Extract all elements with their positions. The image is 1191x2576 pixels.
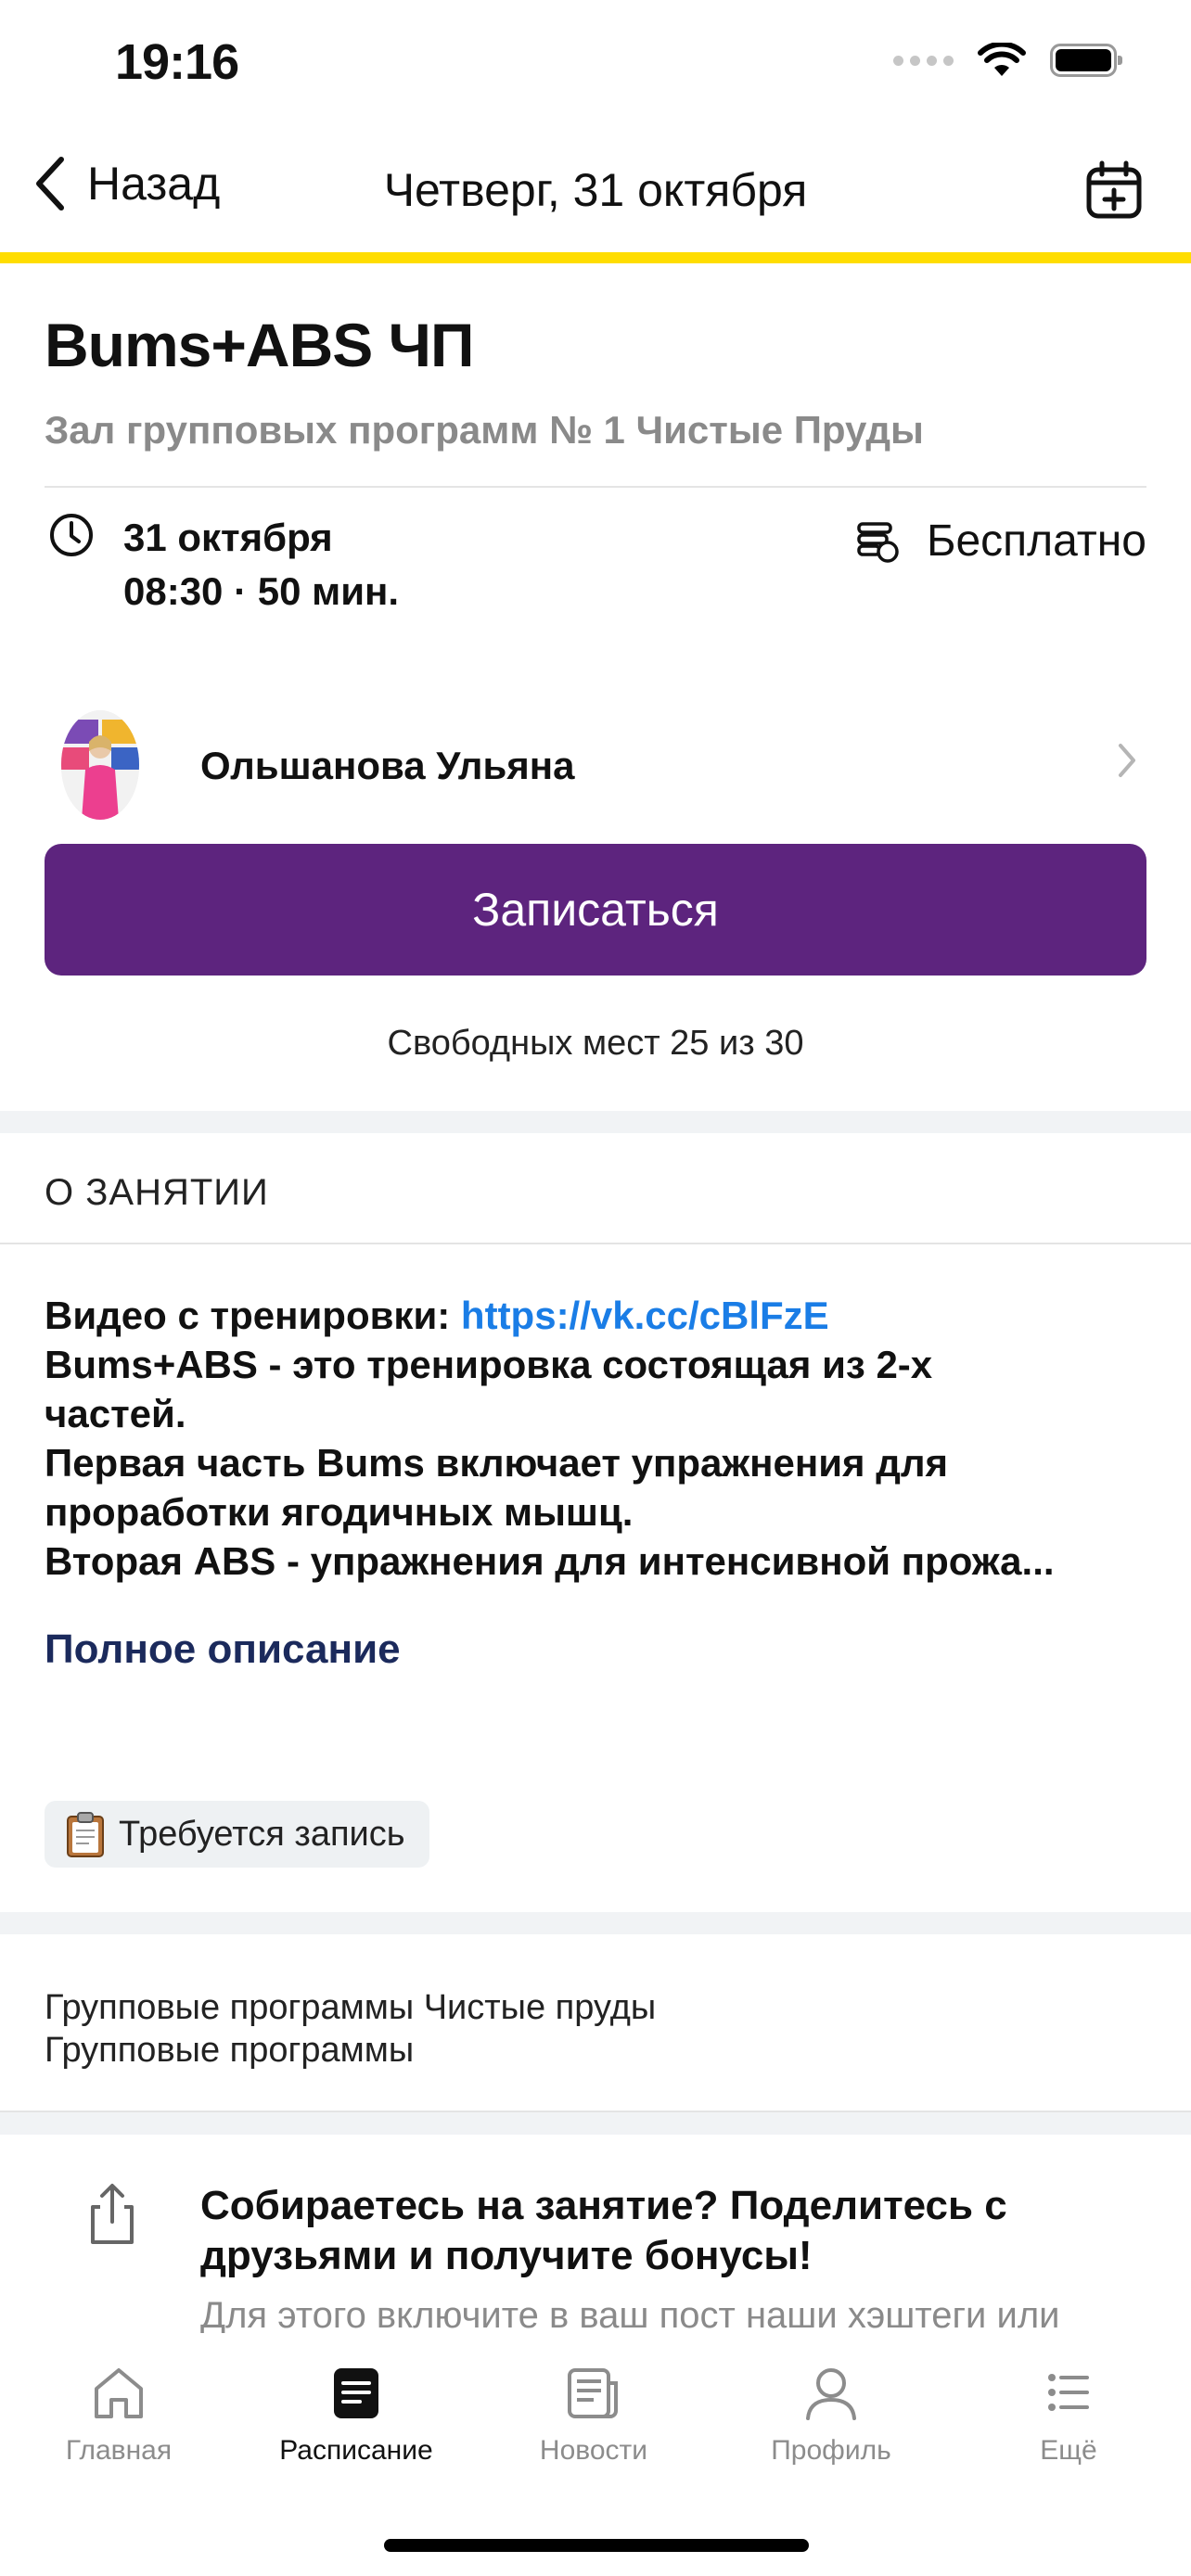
group-tags: Групповые программы Чистые пруды Группов…: [45, 1986, 656, 2072]
schedule-icon: [334, 2368, 378, 2418]
page-title: Четверг, 31 октября: [383, 164, 808, 216]
divider: [45, 486, 1146, 488]
tab-label: Новости: [539, 2435, 648, 2466]
section-separator: [0, 1912, 1191, 1934]
status-icons: [893, 43, 1122, 78]
accent-line: [0, 252, 1191, 263]
description-line: Первая часть Bums включает упражнения дл…: [45, 1441, 949, 1485]
tab-label: Ещё: [1040, 2435, 1097, 2466]
video-link[interactable]: https://vk.cc/cBlFzE: [461, 1294, 829, 1337]
class-hall: Зал групповых программ № 1 Чистые Пруды: [45, 408, 924, 452]
share-title: Собираетесь на занятие? Поделитесь с дру…: [200, 2183, 1007, 2278]
full-description-link[interactable]: Полное описание: [45, 1626, 401, 1673]
section-separator: [0, 1111, 1191, 1133]
news-icon: [568, 2368, 618, 2418]
chevron-right-icon: [1119, 744, 1135, 777]
class-date: 31 октября: [123, 516, 333, 559]
description-line: частей.: [45, 1392, 186, 1435]
free-places: Свободных мест 25 из 30: [387, 1024, 804, 1063]
group-tag: Групповые программы: [45, 2031, 415, 2070]
description-line: Вторая ABS - упражнения для интенсивной …: [45, 1539, 1055, 1583]
more-icon: [1048, 2374, 1089, 2411]
tab-label: Профиль: [771, 2435, 891, 2466]
home-icon: [95, 2368, 143, 2418]
share-subtitle: Для этого включите в ваш пост наши хэште…: [200, 2295, 1060, 2333]
profile-icon: [806, 2368, 856, 2420]
clipboard-icon: [67, 1812, 104, 1857]
trainer-row[interactable]: Ольшанова Ульяна: [0, 705, 1191, 825]
share-icon[interactable]: [83, 2181, 141, 2246]
status-time: 19:16: [115, 34, 239, 90]
avatar: [61, 710, 139, 820]
divider: [0, 1243, 1191, 1244]
class-time: 08:30 · 50 мин.: [123, 569, 400, 613]
section-separator: [0, 2112, 1191, 2135]
battery-icon: [1050, 44, 1122, 77]
description-line: проработки ягодичных мышц.: [45, 1490, 634, 1534]
video-prefix: Видео с тренировки:: [45, 1294, 461, 1337]
about-heading: О ЗАНЯТИИ: [45, 1172, 269, 1213]
coins-icon: [857, 521, 899, 563]
enroll-button[interactable]: Записаться: [45, 844, 1146, 976]
chip-label: Требуется запись: [119, 1814, 405, 1854]
class-title: Bums+ABS ЧП: [45, 311, 474, 379]
description-line: Bums+ABS - это тренировка состоящая из 2…: [45, 1343, 933, 1386]
tab-label: Главная: [65, 2435, 173, 2466]
calendar-add-icon[interactable]: [1082, 158, 1146, 223]
wifi-icon: [978, 43, 1026, 76]
price: Бесплатно: [854, 516, 1146, 567]
description: Видео с тренировки: https://vk.cc/cBlFzE…: [45, 1291, 1148, 1586]
clock-icon: [50, 514, 93, 556]
booking-required-chip: Требуется запись: [45, 1801, 429, 1868]
price-label: Бесплатно: [926, 516, 1146, 566]
tab-label: Расписание: [279, 2435, 433, 2466]
trainer-name: Ольшанова Ульяна: [200, 744, 575, 787]
home-indicator[interactable]: [384, 2539, 809, 2552]
signal-icon: [893, 55, 954, 66]
group-tag: Групповые программы Чистые пруды: [45, 1988, 657, 2027]
